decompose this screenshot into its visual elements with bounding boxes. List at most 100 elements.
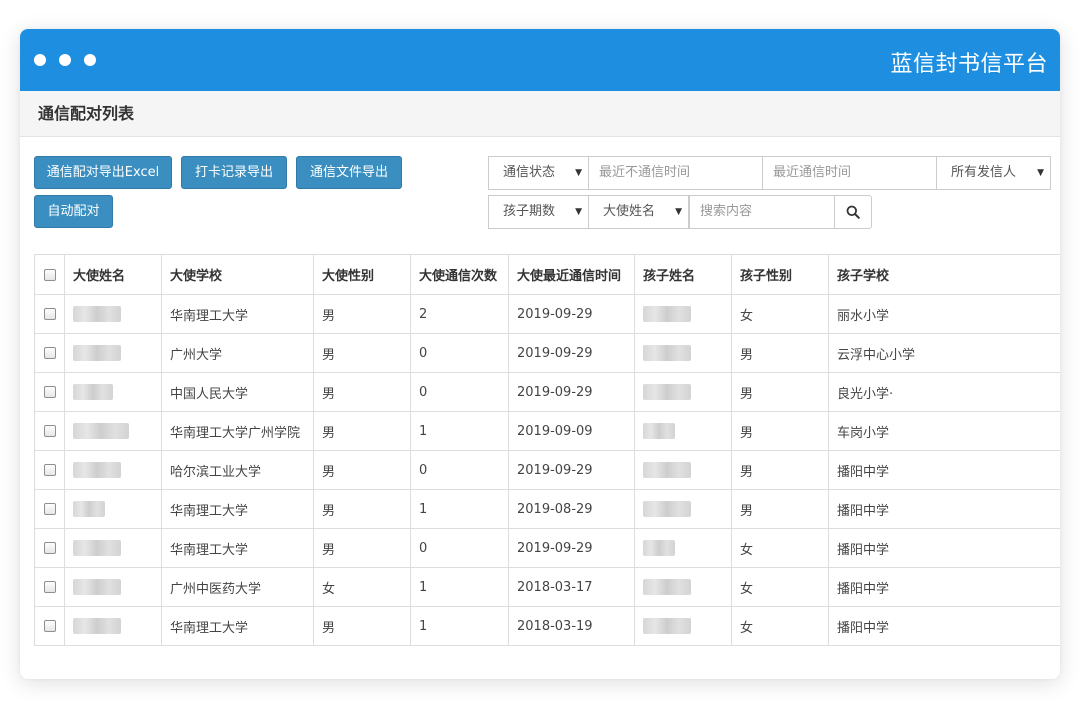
child-school-cell: 云浮中心小学	[828, 333, 1060, 373]
child-gender-cell: 男	[731, 411, 829, 451]
ambassador-last-comm-cell: 2019-08-29	[508, 489, 635, 529]
redacted-child-name	[643, 462, 691, 478]
child-name-cell	[634, 606, 732, 646]
redacted-child-name	[643, 501, 691, 517]
ambassador-last-comm-cell: 2019-09-09	[508, 411, 635, 451]
table-row[interactable]: 广州中医药大学女 1 2018-03-17 女播阳中学	[34, 567, 1060, 607]
window-dot-icon[interactable]	[59, 54, 71, 66]
ambassador-school-cell: 华南理工大学广州学院	[161, 411, 314, 451]
ambassador-last-comm-cell: 2019-09-29	[508, 333, 635, 373]
row-checkbox[interactable]	[43, 542, 56, 554]
ambassador-last-comm-cell: 2019-09-29	[508, 294, 635, 334]
table-row[interactable]: 广州大学男 0 2019-09-29 男云浮中心小学	[34, 333, 1060, 373]
export-pairs-excel-button[interactable]: 通信配对导出Excel	[34, 156, 172, 189]
ambassador-comm-count-cell: 0	[410, 450, 509, 490]
ambassador-name-value: 大使姓名	[603, 204, 656, 219]
ambassador-name-cell	[64, 606, 162, 646]
column-header[interactable]: 孩子姓名	[634, 254, 732, 295]
ambassador-name-cell	[64, 294, 162, 334]
search-button[interactable]	[834, 195, 872, 229]
search-input[interactable]: 搜索内容	[689, 195, 835, 229]
ambassador-name-cell	[64, 489, 162, 529]
window-dot-icon[interactable]	[84, 54, 96, 66]
row-checkbox[interactable]	[43, 347, 56, 359]
checkbox-cell	[34, 450, 65, 490]
table-row[interactable]: 华南理工大学男 1 2018-03-19 女播阳中学	[34, 606, 1060, 646]
title-bar: 蓝信封书信平台	[20, 29, 1060, 91]
ambassador-last-comm-cell: 2019-09-29	[508, 528, 635, 568]
child-school-cell: 丽水小学	[828, 294, 1060, 334]
row-checkbox[interactable]	[43, 620, 56, 632]
column-header[interactable]: 大使姓名	[64, 254, 162, 295]
checkbox-cell	[34, 294, 65, 334]
ambassador-gender-cell: 男	[313, 528, 411, 568]
ambassador-comm-count-cell: 0	[410, 372, 509, 412]
child-gender-cell: 男	[731, 333, 829, 373]
child-school-cell: 播阳中学	[828, 528, 1060, 568]
select-all-checkbox[interactable]	[43, 268, 56, 281]
search-icon	[846, 205, 860, 219]
row-checkbox[interactable]	[43, 425, 56, 437]
ambassador-last-comm-cell: 2018-03-19	[508, 606, 635, 646]
column-header[interactable]: 孩子学校	[828, 254, 1060, 295]
brand-title: 蓝信封书信平台	[890, 52, 1048, 77]
comm-status-select[interactable]: 通信状态 ▼	[488, 156, 589, 190]
table-row[interactable]: 华南理工大学男 2 2019-09-29 女丽水小学	[34, 294, 1060, 334]
caret-down-icon: ▼	[1037, 168, 1044, 178]
ambassador-school-cell: 中国人民大学	[161, 372, 314, 412]
ambassador-comm-count-cell: 1	[410, 411, 509, 451]
ambassador-comm-count-cell: 0	[410, 528, 509, 568]
ambassador-comm-count-cell: 1	[410, 489, 509, 529]
child-gender-cell: 女	[731, 294, 829, 334]
checkbox-cell	[34, 567, 65, 607]
child-school-cell: 车岗小学	[828, 411, 1060, 451]
column-header[interactable]: 孩子性别	[731, 254, 829, 295]
table-row[interactable]: 华南理工大学男 1 2019-08-29 男播阳中学	[34, 489, 1060, 529]
checkbox-cell	[34, 372, 65, 412]
ambassador-name-cell	[64, 450, 162, 490]
child-name-cell	[634, 528, 732, 568]
ambassador-school-cell: 华南理工大学	[161, 528, 314, 568]
checkbox-cell	[34, 528, 65, 568]
column-header[interactable]: 大使性别	[313, 254, 411, 295]
ambassador-gender-cell: 男	[313, 450, 411, 490]
auto-pair-button[interactable]: 自动配对	[34, 195, 113, 228]
export-checkin-button[interactable]: 打卡记录导出	[181, 156, 287, 189]
ambassador-gender-cell: 男	[313, 372, 411, 412]
checkbox-cell	[34, 489, 65, 529]
child-period-select[interactable]: 孩子期数 ▼	[488, 195, 589, 229]
child-name-cell	[634, 333, 732, 373]
ambassador-name-cell	[64, 372, 162, 412]
pairs-table-wrap: 大使姓名 大使学校 大使性别 大使通信次数 大使最近通信时间 孩子姓名 孩子性别…	[34, 254, 1060, 646]
page-title: 通信配对列表	[20, 91, 1060, 137]
ambassador-comm-count-cell: 2	[410, 294, 509, 334]
window-dot-icon[interactable]	[34, 54, 46, 66]
export-letters-button[interactable]: 通信文件导出	[296, 156, 402, 189]
sender-select[interactable]: 所有发信人 ▼	[936, 156, 1051, 190]
redacted-child-name	[643, 306, 691, 322]
row-checkbox[interactable]	[43, 386, 56, 398]
ambassador-name-select[interactable]: 大使姓名 ▼	[588, 195, 689, 229]
row-checkbox[interactable]	[43, 581, 56, 593]
last-comm-time-input[interactable]: 最近通信时间	[762, 156, 937, 190]
redacted-child-name	[643, 618, 691, 634]
row-checkbox[interactable]	[43, 308, 56, 320]
child-school-cell: 播阳中学	[828, 489, 1060, 529]
ambassador-school-cell: 华南理工大学	[161, 489, 314, 529]
table-row[interactable]: 华南理工大学广州学院男 1 2019-09-09 男车岗小学	[34, 411, 1060, 451]
table-row[interactable]: 华南理工大学男 0 2019-09-29 女播阳中学	[34, 528, 1060, 568]
ambassador-last-comm-cell: 2018-03-17	[508, 567, 635, 607]
column-header[interactable]: 大使学校	[161, 254, 314, 295]
row-checkbox[interactable]	[43, 464, 56, 476]
last-no-comm-time-input[interactable]: 最近不通信时间	[588, 156, 763, 190]
row-checkbox[interactable]	[43, 503, 56, 515]
caret-down-icon: ▼	[575, 207, 582, 217]
column-header[interactable]: 大使最近通信时间	[508, 254, 635, 295]
comm-status-value: 通信状态	[503, 165, 556, 180]
table-row[interactable]: 中国人民大学男 0 2019-09-29 男良光小学·	[34, 372, 1060, 412]
checkbox-cell	[34, 606, 65, 646]
redacted-ambassador-name	[73, 501, 105, 517]
ambassador-last-comm-cell: 2019-09-29	[508, 372, 635, 412]
table-row[interactable]: 哈尔滨工业大学男 0 2019-09-29 男播阳中学	[34, 450, 1060, 490]
column-header[interactable]: 大使通信次数	[410, 254, 509, 295]
